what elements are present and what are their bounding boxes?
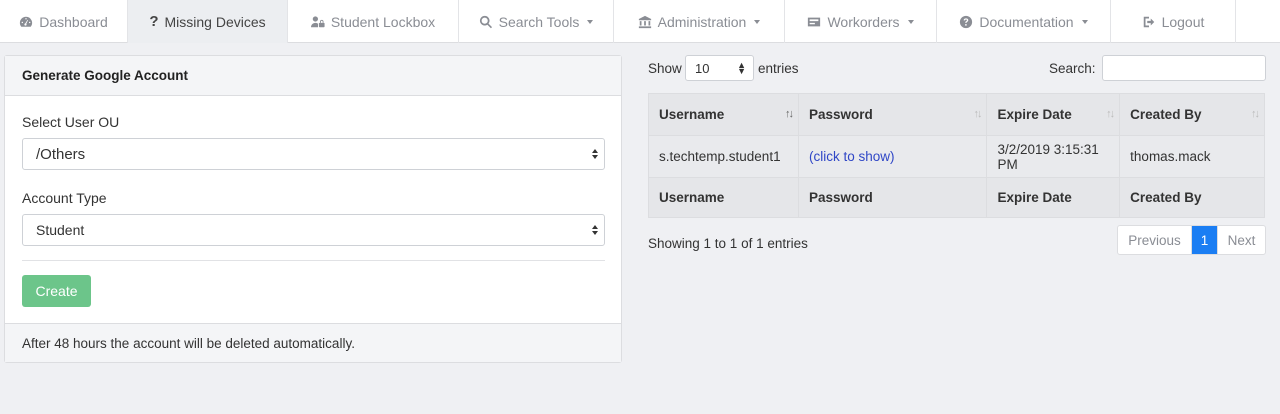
nav-label: Documentation <box>979 13 1074 30</box>
bank-icon <box>638 15 651 28</box>
card-title: Generate Google Account <box>5 56 621 96</box>
search-icon <box>479 15 492 28</box>
nav-label: Dashboard <box>39 13 108 30</box>
generate-account-card: Generate Google Account Select User OU /… <box>4 55 622 363</box>
next-page-button[interactable]: Next <box>1217 226 1265 254</box>
entries-length-value: 10 <box>695 61 710 76</box>
show-label: Show <box>648 61 682 76</box>
chevron-down-icon <box>754 20 761 24</box>
table-info: Showing 1 to 1 of 1 entries <box>648 236 808 251</box>
nav-search-tools[interactable]: Search Tools <box>459 0 614 43</box>
nav-workorders[interactable]: Workorders <box>785 0 937 43</box>
cell-created-by: thomas.mack <box>1119 135 1265 178</box>
pagination: Previous 1 Next <box>1117 225 1266 255</box>
select-arrows-icon <box>592 225 598 235</box>
show-password-link[interactable]: (click to show) <box>809 149 895 164</box>
users-lock-icon <box>310 15 325 27</box>
card-footer-note: After 48 hours the account will be delet… <box>5 323 621 362</box>
col-header-username[interactable]: Username ↑↓ <box>648 93 799 136</box>
select-arrows-icon <box>592 149 598 159</box>
select-arrows-icon: ▲ ▼ <box>737 60 746 76</box>
nav-logout[interactable]: Logout <box>1111 0 1236 43</box>
top-nav: Dashboard ? Missing Devices Student Lock… <box>0 0 1280 43</box>
col-footer-expire-date: Expire Date <box>986 177 1121 218</box>
nav-dashboard[interactable]: Dashboard <box>0 0 128 43</box>
nav-label: Workorders <box>827 13 900 30</box>
nav-label: Administration <box>657 13 747 30</box>
question-circle-icon <box>960 15 973 28</box>
col-header-created-by[interactable]: Created By ↑↓ <box>1119 93 1265 136</box>
cell-username: s.techtemp.student1 <box>648 135 799 178</box>
nav-label: Student Lockbox <box>330 13 436 30</box>
sort-icon: ↑↓ <box>784 108 794 120</box>
ou-select-value: /Others <box>36 145 86 163</box>
sort-icon: ↑↓ <box>1106 108 1115 120</box>
nav-missing-devices[interactable]: ? Missing Devices <box>128 0 288 43</box>
previous-page-button[interactable]: Previous <box>1118 226 1192 254</box>
nav-label: Missing Devices <box>164 13 266 30</box>
nav-label: Search Tools <box>498 13 580 30</box>
entries-label: entries <box>758 61 799 76</box>
sort-icon: ↑↓ <box>1251 108 1260 120</box>
search-label: Search: <box>1049 61 1096 76</box>
sort-icon: ↑↓ <box>973 108 982 120</box>
sign-out-icon <box>1143 16 1154 27</box>
table-row: s.techtemp.student1 (click to show) 3/2/… <box>648 135 1265 178</box>
col-header-password[interactable]: Password ↑↓ <box>797 93 988 136</box>
col-footer-username: Username <box>648 177 799 218</box>
create-button[interactable]: Create <box>22 275 91 307</box>
id-card-icon <box>808 17 821 26</box>
account-type-label: Account Type <box>22 190 107 206</box>
accounts-table: Username ↑↓ Password ↑↓ Expire Date ↑↓ Crea… <box>648 93 1265 218</box>
ou-label: Select User OU <box>22 114 120 130</box>
nav-documentation[interactable]: Documentation <box>937 0 1111 43</box>
nav-label: Logout <box>1161 13 1205 30</box>
ou-select[interactable]: /Others <box>22 138 605 170</box>
question-icon: ? <box>149 13 159 30</box>
cell-expire-date: 3/2/2019 3:15:31 PM <box>986 135 1121 178</box>
chevron-down-icon <box>907 20 914 24</box>
col-footer-password: Password <box>797 177 988 218</box>
cell-password: (click to show) <box>797 135 988 178</box>
entries-length-select[interactable]: 10 ▲ ▼ <box>685 55 754 81</box>
search-input[interactable] <box>1102 55 1266 81</box>
col-header-expire-date[interactable]: Expire Date ↑↓ <box>986 93 1121 136</box>
divider <box>22 260 605 261</box>
page-1-button[interactable]: 1 <box>1192 226 1217 254</box>
nav-student-lockbox[interactable]: Student Lockbox <box>288 0 459 43</box>
nav-administration[interactable]: Administration <box>614 0 785 43</box>
chevron-down-icon <box>587 20 594 24</box>
col-footer-created-by: Created By <box>1119 177 1265 218</box>
account-type-select[interactable]: Student <box>22 214 605 246</box>
chevron-down-icon <box>1081 20 1088 24</box>
dashboard-icon <box>20 16 33 27</box>
account-type-value: Student <box>36 222 85 238</box>
